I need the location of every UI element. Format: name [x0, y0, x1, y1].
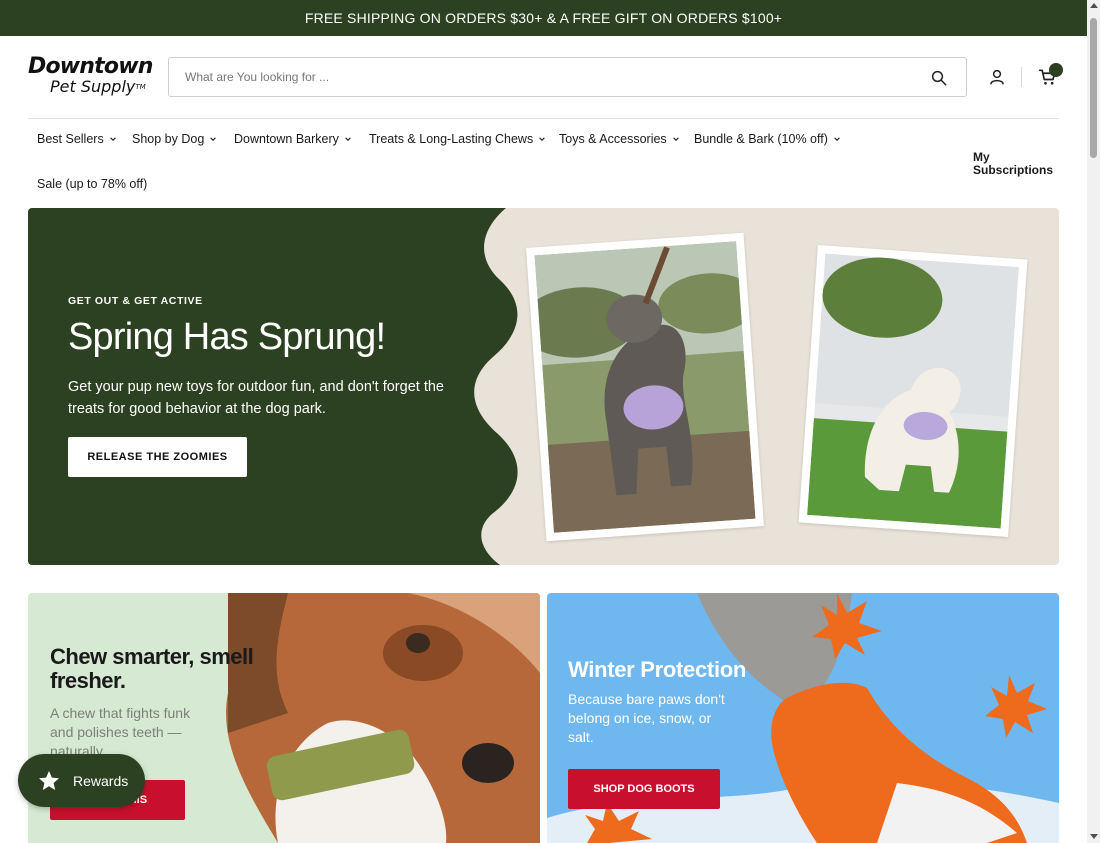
dog-photo-image [534, 241, 756, 533]
scroll-down-arrow-icon[interactable] [1090, 834, 1098, 839]
nav-item-label: Bundle & Bark (10% off) [694, 132, 828, 146]
chevron-down-icon [672, 137, 679, 141]
promo-left-description: A chew that fights funk and polishes tee… [50, 705, 191, 759]
account-icon[interactable] [988, 68, 1006, 86]
promo-card-winter[interactable]: Winter Protection Because bare paws don'… [547, 593, 1059, 843]
hero-eyebrow: GET OUT & GET ACTIVE [68, 295, 203, 307]
header-divider [1021, 67, 1022, 87]
nav-item-sale[interactable]: Sale (up to 78% off) [37, 177, 147, 191]
chevron-down-icon [539, 137, 545, 141]
search-icon[interactable] [930, 69, 948, 87]
logo-wordmark-top: Downtown [28, 54, 153, 79]
nav-item-bundle-bark[interactable]: Bundle & Bark (10% off) [694, 132, 841, 146]
rewards-label: Rewards [73, 772, 129, 789]
nav-item-downtown-barkery[interactable]: Downtown Barkery [234, 132, 352, 146]
nav-item-shop-by-dog[interactable]: Shop by Dog [132, 132, 217, 146]
hero-cta-button[interactable]: RELEASE THE ZOOMIES [68, 437, 247, 477]
rewards-launcher[interactable]: Rewards [18, 754, 145, 807]
hero-banner[interactable]: GET OUT & GET ACTIVE Spring Has Sprung! … [28, 208, 1059, 565]
hero-photo-dog-white [798, 245, 1028, 537]
nav-item-best-sellers[interactable]: Best Sellers [37, 132, 117, 146]
my-subscriptions-link[interactable]: My Subscriptions [973, 151, 1063, 177]
nav-item-treats-chews[interactable]: Treats & Long-Lasting Chews [369, 132, 546, 146]
chevron-down-icon [210, 137, 217, 141]
search-input[interactable] [185, 70, 905, 84]
cart-count-badge [1049, 63, 1063, 77]
promo-right-description: Because bare paws don't belong on ice, s… [568, 691, 725, 745]
promo-left-title: Chew smarter, smell fresher. [50, 644, 254, 693]
chevron-down-icon [109, 137, 116, 141]
dog-photo-image [807, 253, 1019, 529]
scroll-up-arrow-icon[interactable] [1090, 3, 1098, 8]
dog-chew-image [226, 593, 540, 843]
search-bar[interactable] [168, 57, 967, 97]
scrollbar-thumb[interactable] [1090, 18, 1097, 158]
hero-title: Spring Has Sprung! [68, 316, 386, 358]
promo-right-cta-button[interactable]: SHOP DOG BOOTS [568, 769, 720, 809]
hero-photo-dog-pitbull [526, 232, 764, 542]
announcement-text: FREE SHIPPING ON ORDERS $30+ & A FREE GI… [304, 10, 783, 26]
chevron-down-icon [834, 137, 840, 141]
site-logo[interactable]: Downtown Pet SupplyTM [28, 56, 168, 100]
nav-item-label: Downtown Barkery [234, 132, 339, 146]
chevron-down-icon [345, 137, 351, 141]
nav-item-label: Sale (up to 78% off) [37, 177, 148, 191]
nav-item-label: Toys & Accessories [559, 132, 667, 146]
nav-item-label: Treats & Long-Lasting Chews [369, 132, 534, 146]
promo-right-title: Winter Protection [568, 657, 747, 682]
hero-description: Get your pup new toys for outdoor fun, a… [68, 379, 444, 417]
logo-wordmark-bottom: Pet SupplyTM [50, 77, 146, 96]
announcement-bar: FREE SHIPPING ON ORDERS $30+ & A FREE GI… [0, 0, 1087, 36]
nav-item-label: Best Sellers [37, 132, 104, 146]
page-scrollbar[interactable] [1087, 0, 1100, 843]
header-divider-line [28, 118, 1059, 119]
nav-item-toys-accessories[interactable]: Toys & Accessories [559, 132, 680, 146]
nav-item-label: Shop by Dog [132, 132, 205, 146]
star-icon [39, 770, 59, 790]
